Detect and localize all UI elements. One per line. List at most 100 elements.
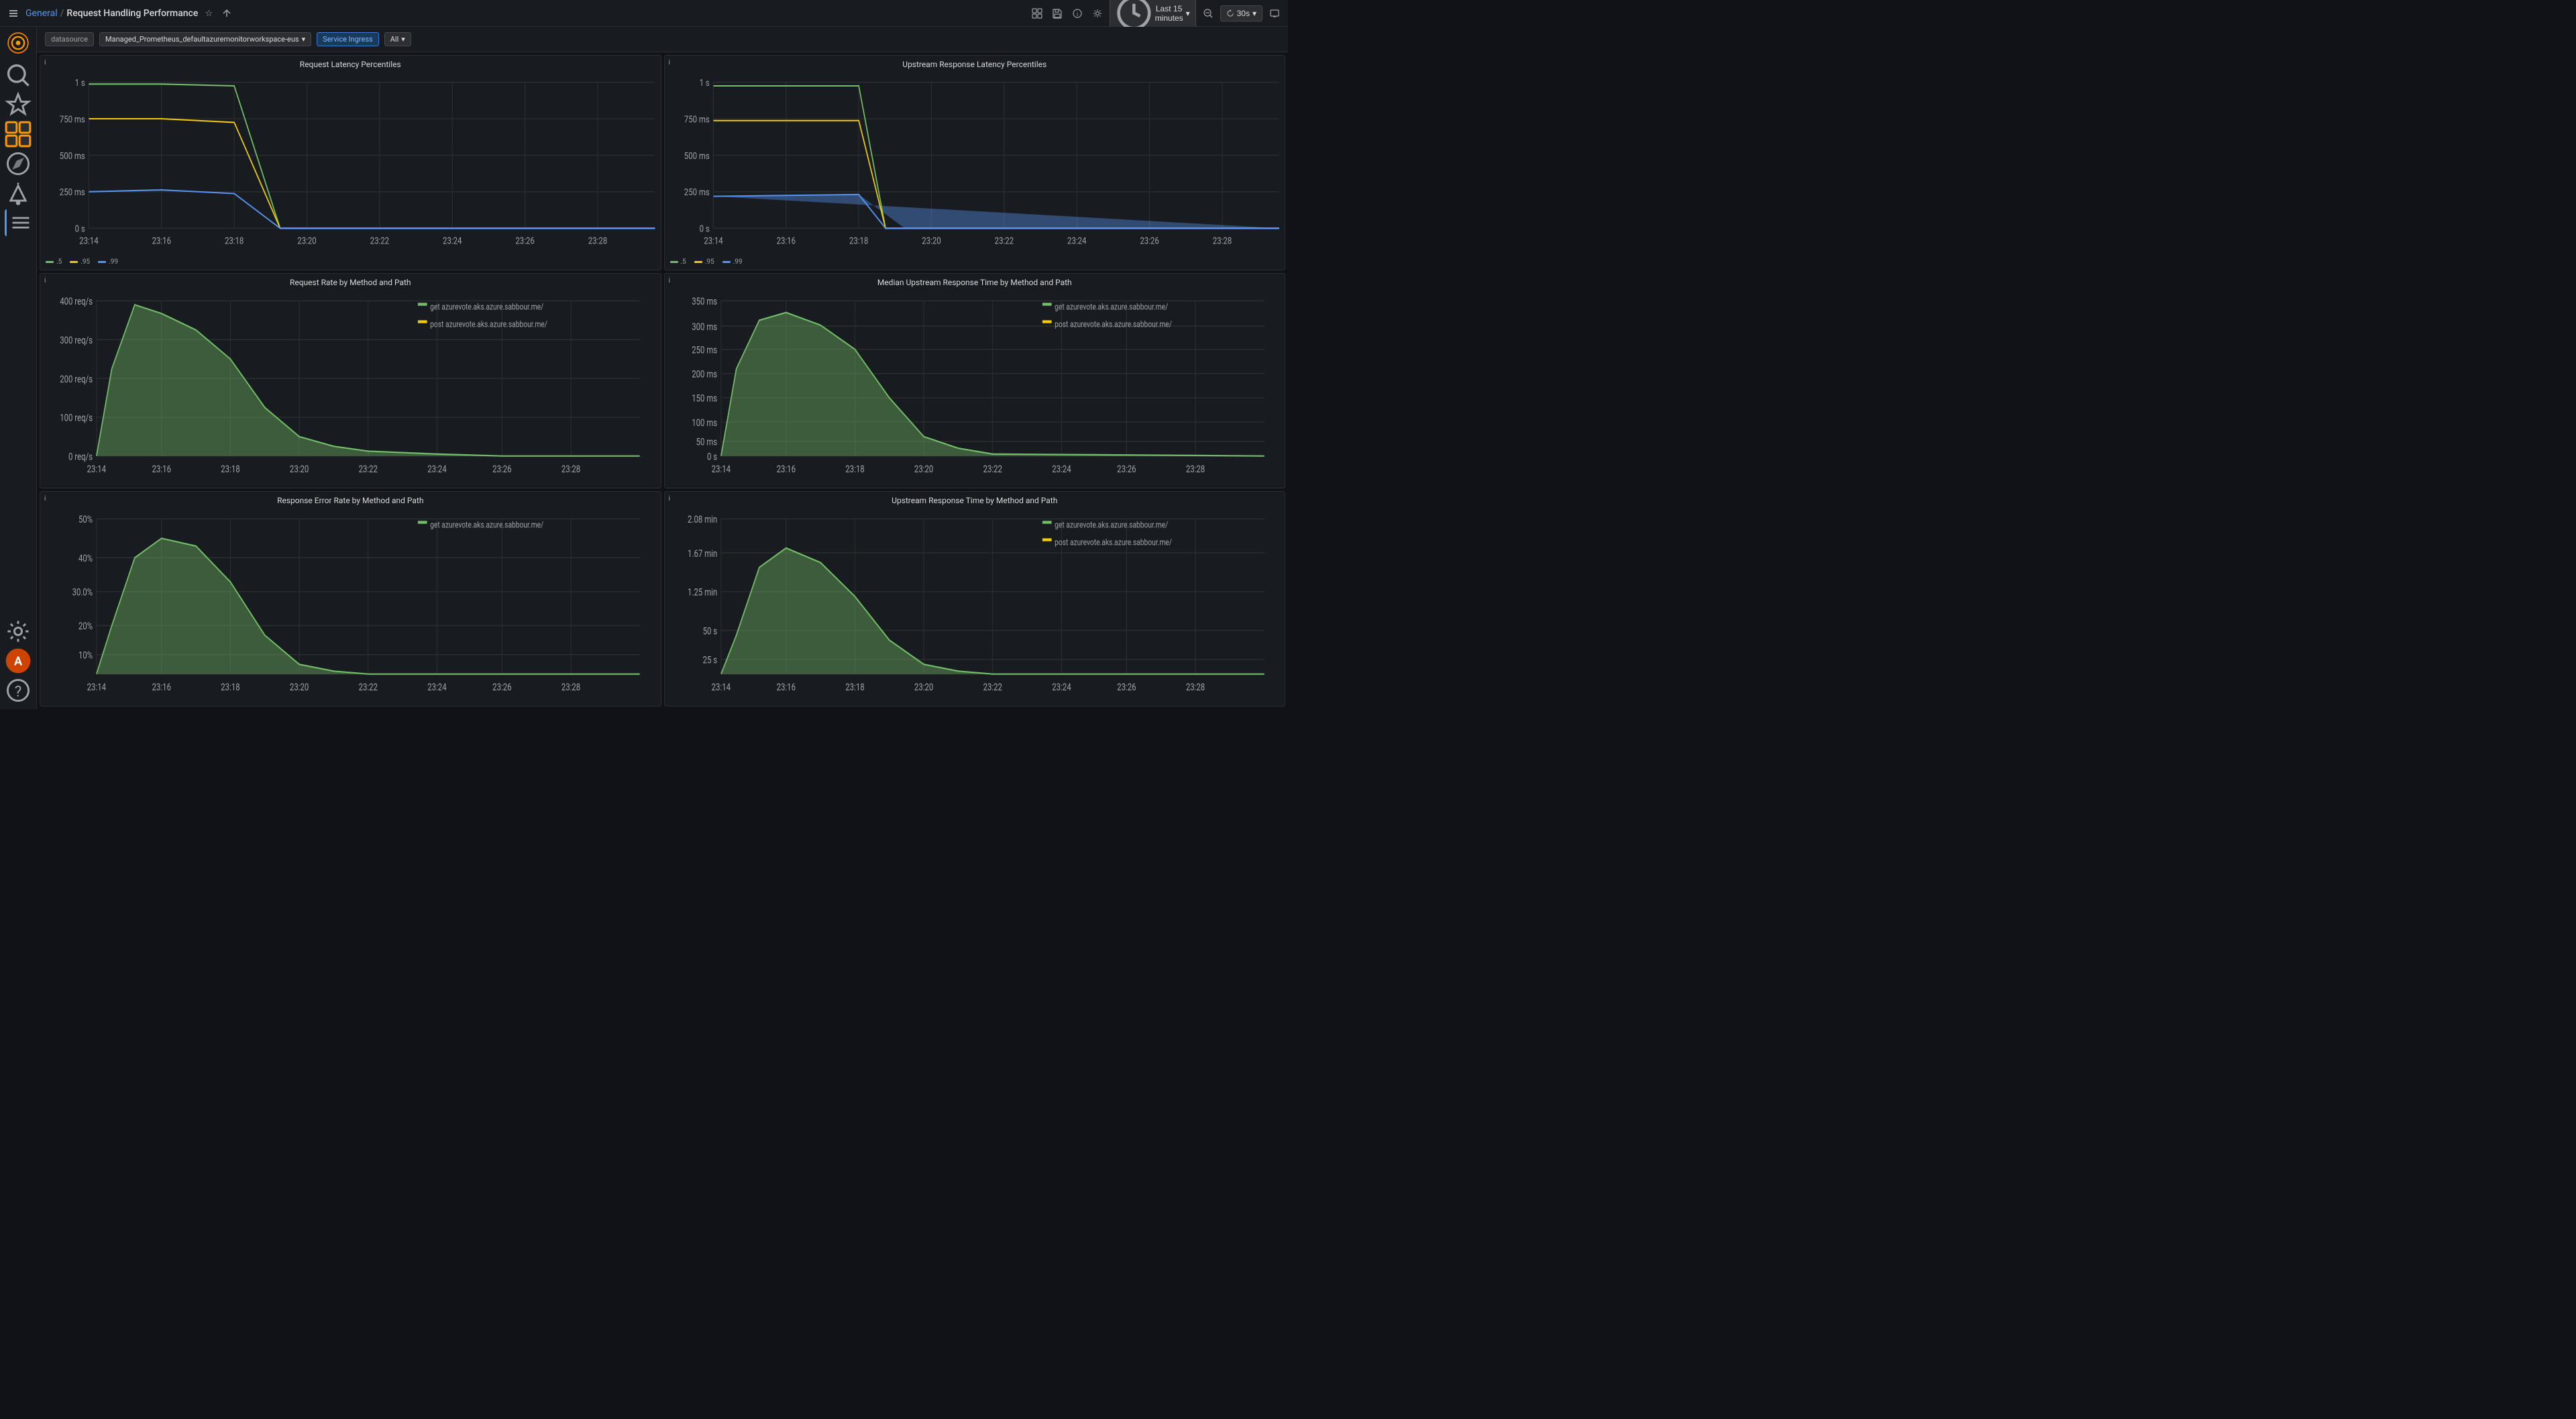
svg-text:0 req/s: 0 req/s <box>68 452 93 463</box>
svg-text:0 s: 0 s <box>707 452 717 463</box>
svg-text:23:28: 23:28 <box>561 682 580 694</box>
svg-text:get azurevote.aks.azure.sabbou: get azurevote.aks.azure.sabbour.me/ <box>430 301 543 312</box>
svg-text:23:14: 23:14 <box>711 464 731 476</box>
legend-label-2-p99: .99 <box>733 258 743 266</box>
legend-item-2-p99: .99 <box>722 258 743 266</box>
filter-bar: datasource Managed_Prometheus_defaultazu… <box>37 27 1288 52</box>
legend-dot-2-p5 <box>670 261 678 263</box>
sidebar-toggle-button[interactable] <box>5 5 21 21</box>
legend-item-p5: .5 <box>46 258 62 266</box>
datasource-select[interactable]: Managed_Prometheus_defaultazuremonitorwo… <box>99 32 311 46</box>
svg-text:23:16: 23:16 <box>152 464 171 476</box>
svg-text:23:16: 23:16 <box>152 682 171 694</box>
panel-upstream-latency: i Upstream Response Latency Percentiles <box>664 55 1286 270</box>
chart-area-3: 400 req/s 300 req/s 200 req/s 100 req/s … <box>43 291 655 485</box>
legend-label-2-p95: .95 <box>705 258 714 266</box>
sidebar-item-explore[interactable] <box>5 150 32 177</box>
svg-text:250 ms: 250 ms <box>60 187 85 198</box>
panel-request-rate: i Request Rate by Method and Path <box>40 273 661 488</box>
svg-text:500 ms: 500 ms <box>60 151 85 162</box>
all-label: All <box>390 35 399 44</box>
sidebar-item-avatar[interactable]: A <box>5 647 32 674</box>
legend-dot-p99 <box>98 261 106 263</box>
svg-text:23:20: 23:20 <box>914 464 932 476</box>
breadcrumb-general[interactable]: General <box>25 8 58 19</box>
star-button[interactable]: ☆ <box>202 5 215 21</box>
sidebar-item-user-settings[interactable] <box>5 618 32 645</box>
chart-area-1: 1 s 750 ms 500 ms 250 ms 0 s 23:14 23:16… <box>43 73 655 256</box>
chart-svg-3: 400 req/s 300 req/s 200 req/s 100 req/s … <box>43 291 655 485</box>
svg-text:300 ms: 300 ms <box>692 322 717 333</box>
svg-text:23:16: 23:16 <box>776 682 795 694</box>
settings-button[interactable] <box>1089 5 1106 21</box>
sidebar-item-search[interactable] <box>5 62 32 89</box>
panel-request-latency: i Request Latency Percentiles <box>40 55 661 270</box>
panel-header-request-latency: i Request Latency Percentiles <box>40 56 661 70</box>
svg-text:23:22: 23:22 <box>359 464 378 476</box>
share-button[interactable] <box>219 6 234 21</box>
svg-text:23:28: 23:28 <box>1185 682 1204 694</box>
svg-text:23:24: 23:24 <box>1052 464 1071 476</box>
save-button[interactable] <box>1049 5 1065 21</box>
svg-text:10%: 10% <box>78 650 93 662</box>
svg-text:23:14: 23:14 <box>87 464 107 476</box>
panel-info-icon-1[interactable]: i <box>44 59 46 66</box>
all-chevron: ▾ <box>401 35 405 44</box>
svg-text:400 req/s: 400 req/s <box>60 297 93 308</box>
svg-text:350 ms: 350 ms <box>692 297 717 308</box>
svg-text:23:16: 23:16 <box>152 235 171 246</box>
svg-text:200 ms: 200 ms <box>692 369 717 380</box>
refresh-button[interactable]: 30s ▾ <box>1220 5 1263 21</box>
grafana-logo[interactable] <box>7 32 29 54</box>
svg-text:get azurevote.aks.azure.sabbou: get azurevote.aks.azure.sabbour.me/ <box>1055 519 1168 530</box>
zoom-out-button[interactable] <box>1200 5 1216 21</box>
service-ingress-label: Service Ingress <box>323 35 373 44</box>
legend-dot-2-p99 <box>722 261 731 263</box>
panel-info-icon-5[interactable]: i <box>44 495 46 503</box>
svg-text:250 ms: 250 ms <box>692 345 717 356</box>
svg-text:30.0%: 30.0% <box>72 587 93 598</box>
chart-svg-5: 50% 40% 30.0% 20% 10% 23:14 23:16 23:18 … <box>43 509 655 703</box>
panel-info-icon-2[interactable]: i <box>669 59 670 66</box>
svg-text:23:18: 23:18 <box>221 464 239 476</box>
svg-text:1.67 min: 1.67 min <box>688 549 717 560</box>
panel-info-icon-6[interactable]: i <box>669 495 670 503</box>
legend-label-2-p5: .5 <box>681 258 686 266</box>
service-ingress-filter[interactable]: Service Ingress <box>317 32 379 46</box>
panel-info-icon-4[interactable]: i <box>669 277 670 284</box>
svg-text:23:18: 23:18 <box>849 235 867 246</box>
legend-label-p99: .99 <box>109 258 118 266</box>
all-filter[interactable]: All ▾ <box>384 32 411 46</box>
dashboard-grid: i Request Latency Percentiles <box>37 52 1288 709</box>
sidebar-item-help[interactable]: ? <box>5 677 32 704</box>
legend-dot-2-p95 <box>694 261 702 263</box>
legend-dot-p5 <box>46 261 54 263</box>
sidebar-item-alerting[interactable] <box>5 180 32 207</box>
svg-text:50 s: 50 s <box>702 626 717 637</box>
svg-text:get azurevote.aks.azure.sabbou: get azurevote.aks.azure.sabbour.me/ <box>1055 301 1168 312</box>
tv-mode-button[interactable] <box>1267 5 1283 21</box>
sidebar-item-starred[interactable] <box>5 91 32 118</box>
datasource-chevron: ▾ <box>302 35 306 44</box>
chart-svg-2: 1 s 750 ms 500 ms 250 ms 0 s 23:14 23:16… <box>667 73 1280 256</box>
svg-text:25 s: 25 s <box>702 655 717 667</box>
info-button[interactable]: i <box>1069 5 1085 21</box>
svg-text:23:14: 23:14 <box>704 235 722 246</box>
add-panel-button[interactable] <box>1029 5 1045 21</box>
sidebar-item-dashboards[interactable] <box>5 121 32 148</box>
breadcrumb: General / Request Handling Performance <box>25 8 198 19</box>
legend-dot-p95 <box>70 261 78 263</box>
legend-label-p95: .95 <box>80 258 90 266</box>
svg-text:750 ms: 750 ms <box>60 115 85 125</box>
svg-text:0 s: 0 s <box>75 224 85 235</box>
svg-text:23:20: 23:20 <box>290 464 309 476</box>
sidebar-item-config[interactable] <box>5 209 32 236</box>
panel-upstream-response-time: i Upstream Response Time by Method and P… <box>664 491 1286 706</box>
panel-info-icon-3[interactable]: i <box>44 277 46 284</box>
svg-text:50%: 50% <box>78 515 93 526</box>
panel-error-rate: i Response Error Rate by Method and Path <box>40 491 661 706</box>
svg-text:23:26: 23:26 <box>492 464 511 476</box>
svg-text:post azurevote.aks.azure.sabbo: post azurevote.aks.azure.sabbour.me/ <box>1055 537 1172 547</box>
svg-text:23:22: 23:22 <box>983 682 1002 694</box>
panel-title-request-rate: Request Rate by Method and Path <box>290 278 411 287</box>
